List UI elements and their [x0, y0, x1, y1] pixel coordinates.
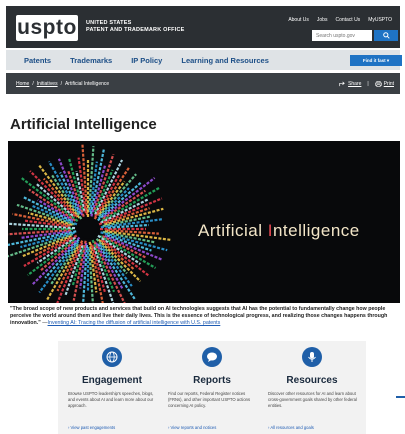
burst-ray — [107, 223, 149, 229]
hero-title: Artificial Intelligence — [198, 221, 360, 241]
jobs-link[interactable]: Jobs — [317, 17, 328, 23]
card-desc-engagement: Browse USPTO leadership's speeches, blog… — [68, 391, 154, 408]
search-button[interactable] — [374, 30, 398, 41]
burst-core — [78, 219, 98, 239]
chat-icon — [202, 347, 222, 367]
edge-marker — [396, 396, 405, 398]
myuspto-link[interactable]: MyUSPTO — [368, 17, 392, 23]
search-input[interactable] — [312, 30, 372, 41]
card-title-reports: Reports — [193, 375, 231, 386]
uspto-logo[interactable]: uspto — [16, 15, 78, 41]
site-header: uspto UNITED STATES PATENT AND TRADEMARK… — [6, 6, 400, 48]
breadcrumb-separator: / — [32, 80, 34, 87]
print-icon — [374, 80, 382, 87]
agency-name-line2: PATENT AND TRADEMARK OFFICE — [86, 27, 185, 33]
page-tools: Share | Print — [339, 73, 394, 94]
globe-icon — [102, 347, 122, 367]
reports-card: Reports Find our reports, Federal Regist… — [158, 341, 266, 434]
share-label: Share — [348, 80, 362, 87]
main-nav: Patents Trademarks IP Policy Learning an… — [6, 50, 402, 70]
search-icon — [383, 32, 390, 39]
tool-divider: | — [367, 80, 369, 87]
quote-source-link[interactable]: Inventing AI: Tracing the diffusion of a… — [48, 320, 221, 326]
about-us-link[interactable]: About Us — [288, 17, 309, 23]
card-title-engagement: Engagement — [81, 375, 142, 386]
resources-card: Resources Discover other resources for A… — [258, 341, 366, 434]
quote-block: "The broad scope of new products and ser… — [10, 306, 400, 327]
engagement-card: Engagement Browse USPTO leadership's spe… — [58, 341, 166, 434]
find-it-fast-button[interactable]: Find it fast ▾ — [350, 55, 402, 66]
share-icon — [339, 81, 345, 86]
all-resources-link[interactable]: › All resources and goals — [268, 425, 314, 430]
print-button[interactable]: Print — [374, 80, 394, 87]
view-past-engagements-link[interactable]: › View past engagements — [68, 425, 115, 430]
quote-dash: — — [40, 320, 48, 326]
breadcrumb-separator: / — [60, 80, 62, 87]
breadcrumb-initiatives[interactable]: Initiatives — [37, 81, 58, 87]
card-desc-reports: Find our reports, Federal Register notic… — [168, 391, 251, 408]
breadcrumb-home[interactable]: Home — [16, 81, 29, 87]
print-label: Print — [383, 80, 394, 87]
card-desc-resources: Discover other resources for AI and lear… — [268, 391, 357, 408]
utility-links: About Us Jobs Contact Us MyUSPTO — [288, 17, 392, 23]
share-button[interactable]: Share — [339, 81, 361, 87]
hero-title-part1: Artificial — [198, 221, 268, 240]
hero-banner: Artificial Intelligence — [8, 141, 400, 303]
nav-item-patents[interactable]: Patents — [24, 56, 51, 65]
microphone-icon — [302, 347, 322, 367]
breadcrumb-bar: Home / Initiatives / Artificial Intellig… — [6, 73, 400, 94]
view-reports-link[interactable]: › View reports and notices — [168, 425, 216, 430]
burst-ray — [99, 244, 133, 287]
contact-us-link[interactable]: Contact Us — [335, 17, 360, 23]
breadcrumb: Home / Initiatives / Artificial Intellig… — [16, 73, 109, 94]
nav-item-trademarks[interactable]: Trademarks — [70, 56, 112, 65]
burst-ray — [100, 239, 135, 271]
page-title: Artificial Intelligence — [10, 116, 157, 133]
nav-item-learning-resources[interactable]: Learning and Resources — [181, 56, 269, 65]
breadcrumb-current: Artificial Intelligence — [64, 80, 110, 87]
card-title-resources: Resources — [286, 375, 338, 386]
agency-name: UNITED STATES PATENT AND TRADEMARK OFFIC… — [86, 20, 185, 34]
nav-item-ip-policy[interactable]: IP Policy — [131, 56, 162, 65]
agency-name-line1: UNITED STATES — [86, 20, 132, 26]
hero-title-part2: ntelligence — [272, 221, 360, 240]
